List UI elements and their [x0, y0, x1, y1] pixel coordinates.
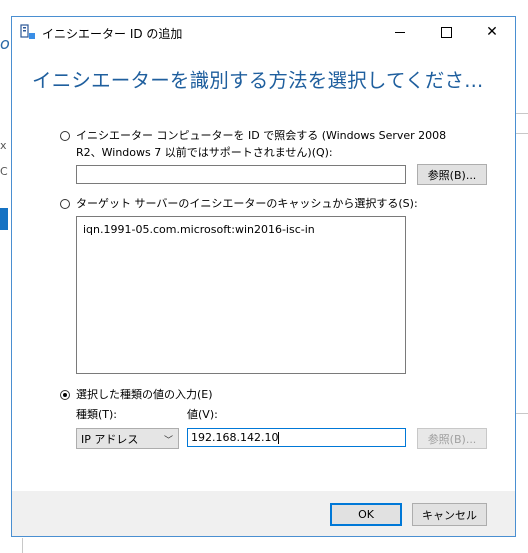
window-title: イニシエーター ID の追加 [42, 27, 183, 41]
list-item[interactable]: iqn.1991-05.com.microsoft:win2016-isc-in [83, 223, 399, 237]
close-button[interactable]: ✕ [469, 17, 515, 47]
value-input-text: 192.168.142.10 [191, 431, 279, 444]
type-label: 種類(T): [76, 408, 118, 421]
type-select[interactable]: IP アドレス ﹀ [76, 428, 179, 449]
radio-query-computer[interactable] [60, 131, 70, 141]
background-divider [516, 413, 528, 414]
value-input[interactable]: 192.168.142.10 [187, 428, 406, 447]
radio-select-cache[interactable] [60, 199, 70, 209]
query-computer-label: イニシエーター コンピューターを ID で照会する (Windows Serve… [76, 129, 447, 142]
query-computer-label-line2: R2、Windows 7 以前ではサポートされません)(Q): [76, 146, 333, 159]
cancel-button[interactable]: キャンセル [412, 503, 487, 526]
title-bar[interactable]: イニシエーター ID の追加 ✕ [12, 17, 515, 47]
close-icon: ✕ [486, 24, 498, 40]
background-glyph: o [0, 34, 10, 53]
background-glyph: x [0, 139, 7, 152]
ok-button[interactable]: OK [330, 503, 402, 526]
background-selection [0, 208, 8, 230]
background-glyph: C [0, 165, 8, 178]
browse-computer-button[interactable]: 参照(B)... [417, 164, 487, 185]
maximize-button[interactable] [423, 17, 469, 47]
browse-value-button[interactable]: 参照(B)... [417, 428, 487, 449]
select-cache-label: ターゲット サーバーのイニシエーターのキャッシュから選択する(S): [76, 197, 418, 210]
minimize-button[interactable] [377, 17, 423, 47]
page-heading: イニシエーターを識別する方法を選択してくださ... [32, 69, 484, 92]
value-label: 値(V): [187, 408, 218, 421]
background-divider [516, 133, 528, 134]
text-caret [278, 432, 280, 444]
add-initiator-id-dialog: イニシエーター ID の追加 ✕ イニシエーターを識別する方法を選択してくださ.… [11, 16, 516, 537]
background-divider [22, 538, 23, 553]
type-select-value: IP アドレス [81, 432, 139, 446]
enter-value-label: 選択した種類の値の入力(E) [76, 388, 213, 401]
initiator-app-icon [20, 24, 35, 39]
minimize-icon [395, 31, 405, 33]
radio-enter-value[interactable] [60, 390, 70, 400]
maximize-icon [440, 26, 452, 38]
computer-id-input[interactable] [76, 165, 406, 184]
chevron-down-icon: ﹀ [163, 436, 173, 446]
dialog-footer: OK キャンセル [12, 491, 515, 536]
initiator-cache-list[interactable]: iqn.1991-05.com.microsoft:win2016-isc-in [76, 216, 406, 374]
background-divider [516, 113, 528, 114]
